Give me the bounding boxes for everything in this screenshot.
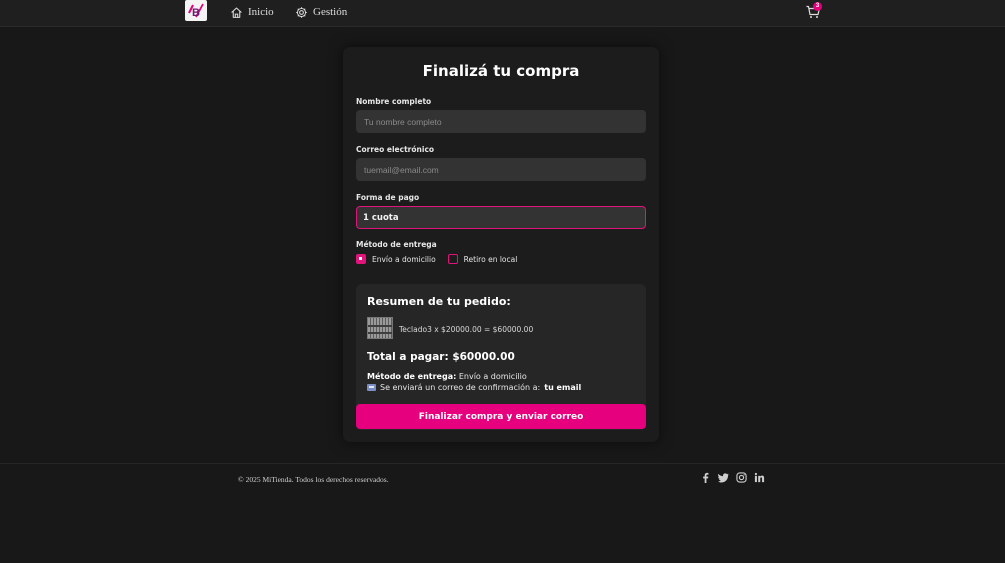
summary-delivery-label: Método de entrega: bbox=[367, 372, 457, 381]
summary-item: Teclado3 x $20000.00 = $60000.00 bbox=[399, 325, 534, 334]
email-label: Correo electrónico bbox=[356, 145, 435, 154]
instagram-link[interactable] bbox=[736, 472, 747, 483]
payment-selected-value: 1 cuota bbox=[363, 212, 399, 223]
cart-count-badge: 3 bbox=[813, 2, 822, 11]
instagram-icon bbox=[736, 472, 747, 483]
checkout-card: Finalizá tu compra Nombre completo Corre… bbox=[343, 47, 659, 442]
summary-delivery: Método de entrega: Envío a domicilio bbox=[367, 372, 527, 381]
store-logo[interactable]: B bbox=[185, 0, 207, 21]
home-icon bbox=[231, 7, 242, 18]
footer: © 2025 MiTienda. Todos los derechos rese… bbox=[0, 463, 1005, 563]
confirmation-text: Se enviará un correo de confirmación a: bbox=[380, 383, 541, 392]
payment-select[interactable]: 1 cuota bbox=[356, 206, 646, 229]
delivery-option-label: Envío a domicilio bbox=[372, 254, 436, 264]
svg-text:B: B bbox=[192, 7, 200, 19]
facebook-link[interactable] bbox=[700, 472, 711, 483]
summary-title: Resumen de tu pedido: bbox=[367, 295, 511, 308]
confirmation-email: tu email bbox=[544, 383, 582, 392]
checkbox-unchecked[interactable] bbox=[447, 254, 458, 264]
linkedin-link[interactable] bbox=[754, 472, 765, 483]
nav-link-label: Inicio bbox=[248, 6, 274, 18]
page-title: Finalizá tu compra bbox=[422, 62, 580, 80]
confirmation-note: Se enviará un correo de confirmación a: … bbox=[367, 383, 581, 392]
checkbox-checked[interactable] bbox=[356, 254, 366, 264]
linkedin-icon bbox=[754, 472, 765, 483]
gear-icon bbox=[296, 6, 307, 18]
nav-link-gestion[interactable]: Gestión bbox=[295, 4, 347, 20]
payment-label: Forma de pago bbox=[356, 193, 420, 202]
logo-icon: B bbox=[188, 3, 204, 19]
product-thumbnail bbox=[367, 317, 393, 339]
submit-order-button[interactable]: Finalizar compra y enviar correo bbox=[356, 404, 646, 429]
nav-link-label: Gestión bbox=[313, 6, 348, 18]
delivery-option-home[interactable]: Envío a domicilio bbox=[356, 254, 436, 264]
delivery-option-pickup[interactable]: Retiro en local bbox=[447, 254, 518, 264]
twitter-icon bbox=[718, 473, 729, 483]
nav-link-inicio[interactable]: Inicio bbox=[230, 4, 274, 20]
delivery-options: Envío a domicilio Retiro en local bbox=[356, 254, 529, 264]
name-label: Nombre completo bbox=[356, 97, 432, 106]
copyright-text: © 2025 MiTienda. Todos los derechos rese… bbox=[238, 475, 389, 484]
email-input[interactable] bbox=[356, 158, 646, 181]
twitter-link[interactable] bbox=[718, 472, 729, 483]
delivery-option-label: Retiro en local bbox=[463, 254, 518, 264]
delivery-label: Método de entrega bbox=[356, 240, 437, 249]
summary-delivery-value: Envío a domicilio bbox=[458, 372, 527, 381]
order-total: Total a pagar: $60000.00 bbox=[367, 351, 515, 363]
email-icon bbox=[367, 384, 376, 391]
facebook-icon bbox=[703, 472, 709, 483]
navbar: B Inicio Gestión 3 bbox=[0, 0, 1005, 27]
name-input[interactable] bbox=[356, 110, 646, 133]
